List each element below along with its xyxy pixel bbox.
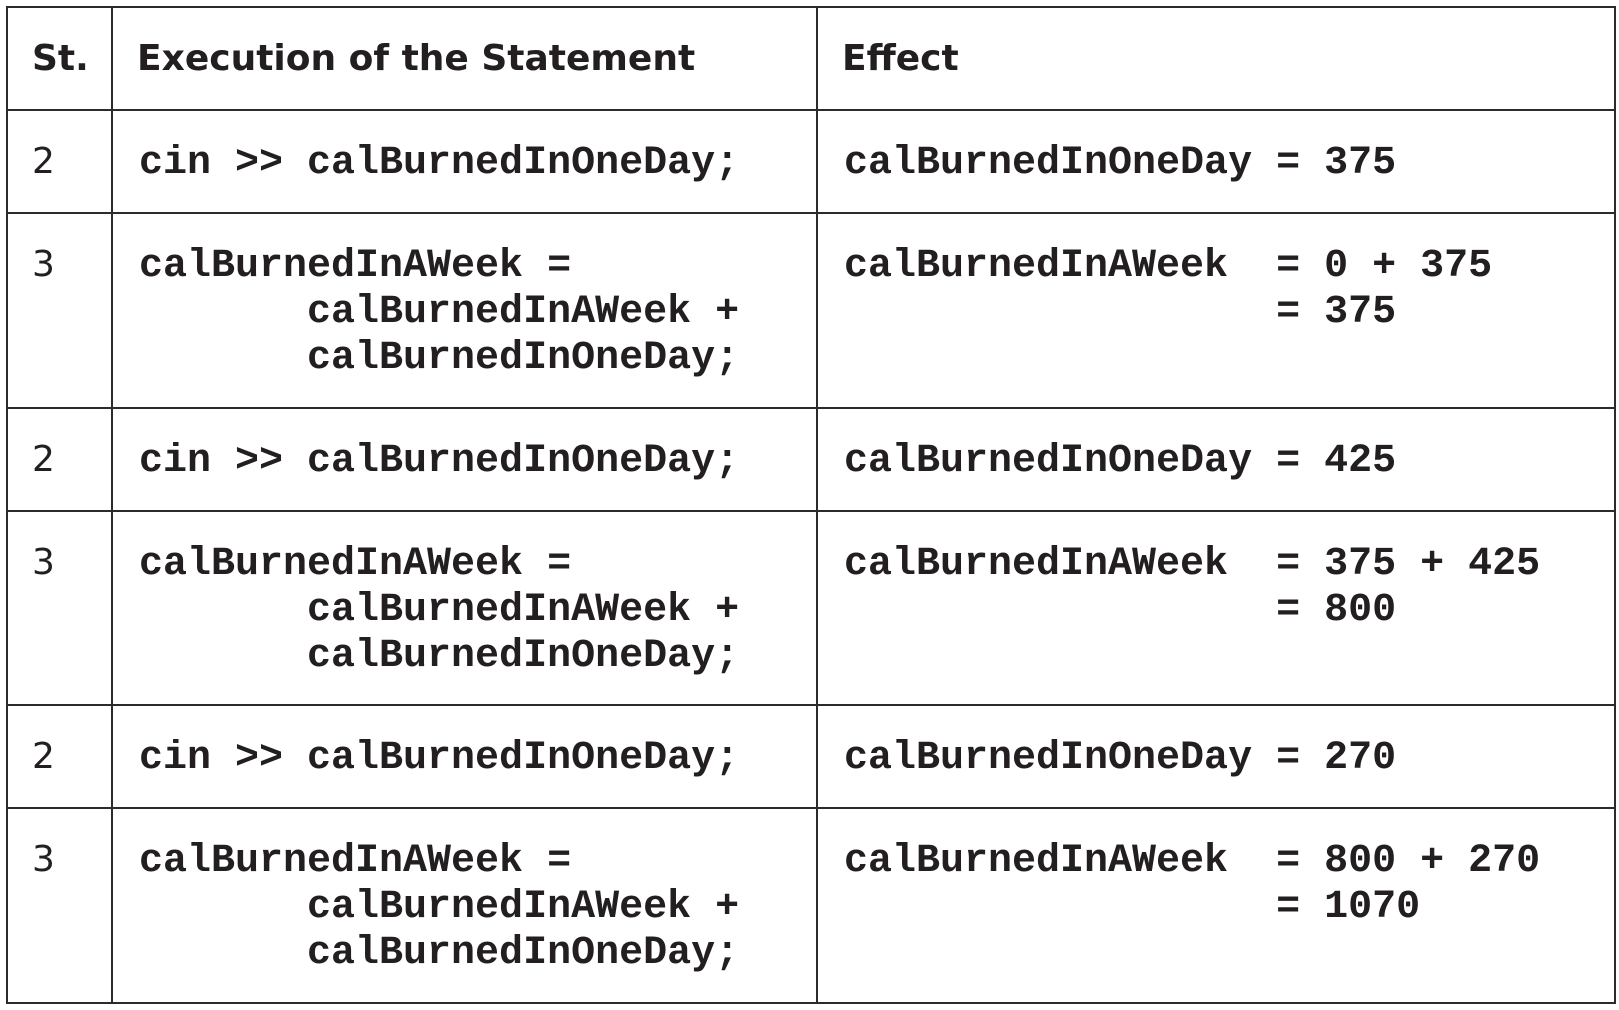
statement-number: 2 [32, 438, 55, 480]
statement-code: cin >> calBurnedInOneDay; [139, 140, 740, 186]
statement-effect: calBurnedInAWeek = 375 + 425 = 800 [844, 541, 1541, 633]
header-exec-cell: Execution of the Statement [111, 6, 818, 111]
table-row: 2 cin >> calBurnedInOneDay; calBurnedInO… [6, 704, 1616, 810]
statement-code: calBurnedInAWeek = calBurnedInAWeek + ca… [139, 243, 740, 381]
header-effect: Effect [842, 38, 959, 79]
statement-number: 3 [32, 243, 55, 285]
effect-cell: calBurnedInAWeek = 800 + 270 = 1070 [816, 807, 1616, 1004]
statement-code: cin >> calBurnedInOneDay; [139, 736, 740, 782]
header-st-cell: St. [6, 6, 113, 111]
table-header-row: St. Execution of the Statement Effect [6, 6, 1616, 111]
exec-cell: cin >> calBurnedInOneDay; [111, 406, 818, 512]
table-row: 3 calBurnedInAWeek = calBurnedInAWeek + … [6, 211, 1616, 409]
statement-number: 3 [32, 839, 55, 881]
st-cell: 2 [6, 406, 113, 512]
statement-effect: calBurnedInAWeek = 0 + 375 = 375 [844, 243, 1493, 335]
statement-effect: calBurnedInAWeek = 800 + 270 = 1070 [844, 839, 1541, 931]
table-row: 2 cin >> calBurnedInOneDay; calBurnedInO… [6, 108, 1616, 214]
exec-cell: cin >> calBurnedInOneDay; [111, 704, 818, 810]
table-row: 3 calBurnedInAWeek = calBurnedInAWeek + … [6, 509, 1616, 707]
statement-effect: calBurnedInOneDay = 425 [844, 438, 1397, 484]
table-row: 2 cin >> calBurnedInOneDay; calBurnedInO… [6, 406, 1616, 512]
exec-cell: calBurnedInAWeek = calBurnedInAWeek + ca… [111, 211, 818, 409]
statement-number: 2 [32, 140, 55, 182]
statement-code: cin >> calBurnedInOneDay; [139, 438, 740, 484]
st-cell: 3 [6, 807, 113, 1004]
statement-effect: calBurnedInOneDay = 270 [844, 736, 1397, 782]
st-cell: 2 [6, 704, 113, 810]
effect-cell: calBurnedInAWeek = 0 + 375 = 375 [816, 211, 1616, 409]
statement-code: calBurnedInAWeek = calBurnedInAWeek + ca… [139, 541, 740, 679]
st-cell: 3 [6, 211, 113, 409]
header-st: St. [32, 38, 89, 79]
effect-cell: calBurnedInOneDay = 375 [816, 108, 1616, 214]
statement-effect: calBurnedInOneDay = 375 [844, 140, 1397, 186]
header-execution: Execution of the Statement [137, 38, 696, 79]
exec-cell: cin >> calBurnedInOneDay; [111, 108, 818, 214]
effect-cell: calBurnedInOneDay = 270 [816, 704, 1616, 810]
st-cell: 3 [6, 509, 113, 707]
exec-cell: calBurnedInAWeek = calBurnedInAWeek + ca… [111, 807, 818, 1004]
statement-number: 2 [32, 736, 55, 778]
statement-code: calBurnedInAWeek = calBurnedInAWeek + ca… [139, 839, 740, 977]
effect-cell: calBurnedInOneDay = 425 [816, 406, 1616, 512]
trace-table: St. Execution of the Statement Effect 2 … [6, 6, 1616, 1004]
exec-cell: calBurnedInAWeek = calBurnedInAWeek + ca… [111, 509, 818, 707]
header-effect-cell: Effect [816, 6, 1616, 111]
statement-number: 3 [32, 541, 55, 583]
st-cell: 2 [6, 108, 113, 214]
table-row: 3 calBurnedInAWeek = calBurnedInAWeek + … [6, 807, 1616, 1004]
effect-cell: calBurnedInAWeek = 375 + 425 = 800 [816, 509, 1616, 707]
